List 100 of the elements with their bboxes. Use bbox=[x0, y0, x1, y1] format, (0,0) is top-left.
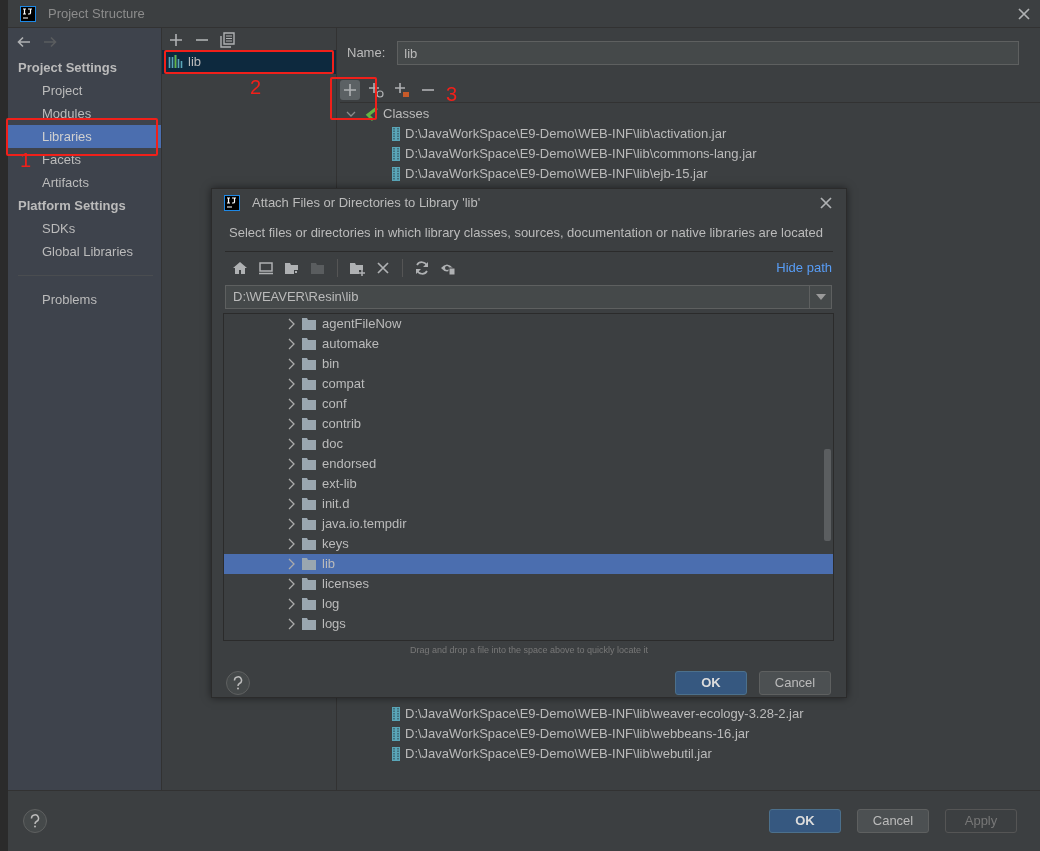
folder-icon bbox=[302, 597, 316, 610]
refresh-icon bbox=[414, 259, 430, 276]
chevron-icon[interactable] bbox=[286, 397, 296, 410]
folder-icon bbox=[302, 317, 316, 330]
file-path: D:\JavaWorkSpace\E9-Demo\WEB-INF\lib\webutil.jar bbox=[405, 745, 712, 764]
folder-tree-item[interactable]: log bbox=[224, 593, 833, 614]
close-icon bbox=[375, 259, 391, 276]
window-title: Project Structure bbox=[48, 4, 145, 23]
add-globe-icon bbox=[368, 82, 384, 98]
dialog-button[interactable]: Cancel bbox=[857, 809, 929, 833]
sidebar-item[interactable]: SDKs bbox=[8, 217, 161, 240]
chevron-icon[interactable] bbox=[286, 337, 296, 350]
annotation-number: 3 bbox=[446, 84, 458, 104]
path-combo-box[interactable]: D:\WEAVER\Resin\lib bbox=[225, 284, 832, 309]
section-heading: Platform Settings bbox=[17, 197, 127, 215]
home-icon bbox=[232, 259, 248, 276]
sidebar-item[interactable]: Modules bbox=[8, 102, 161, 125]
sidebar-item[interactable]: Problems bbox=[8, 288, 161, 311]
section-heading: Project Settings bbox=[17, 59, 118, 77]
folder-tree-item[interactable]: logs bbox=[224, 613, 833, 634]
file-path: D:\JavaWorkSpace\E9-Demo\WEB-INF\lib\weaver-ecology-3.28-2.jar bbox=[405, 705, 804, 724]
folder-icon bbox=[302, 357, 316, 370]
field-label: Name: bbox=[347, 44, 386, 63]
folder-tree-item[interactable]: doc bbox=[224, 433, 833, 454]
add-folder-icon bbox=[394, 82, 410, 98]
folder-icon bbox=[302, 457, 316, 470]
file-path: D:\JavaWorkSpace\E9-Demo\WEB-INF\lib\activation.jar bbox=[405, 125, 727, 144]
chevron-icon[interactable] bbox=[286, 437, 296, 450]
ok-button[interactable]: OK bbox=[769, 809, 841, 833]
chevron-icon[interactable] bbox=[286, 317, 296, 330]
folder-tree-item[interactable]: java.io.tempdir bbox=[224, 513, 833, 534]
add-button[interactable] bbox=[168, 32, 184, 48]
chevron-icon[interactable] bbox=[286, 417, 296, 430]
jar-icon bbox=[391, 166, 401, 182]
close-icon bbox=[818, 195, 834, 211]
folder-tree-item[interactable]: contrib bbox=[224, 413, 833, 434]
folder-tree-item[interactable]: compat bbox=[224, 373, 833, 394]
chevron-icon[interactable] bbox=[286, 537, 296, 550]
app-logo-icon bbox=[20, 5, 36, 22]
add-button[interactable] bbox=[340, 80, 360, 100]
ok-button[interactable]: OK bbox=[675, 671, 747, 695]
folder-icon bbox=[302, 617, 316, 630]
folder-tree-item[interactable]: conf bbox=[224, 393, 833, 414]
chevron-icon[interactable] bbox=[286, 617, 296, 630]
folder-icon bbox=[302, 417, 316, 430]
jar-icon bbox=[391, 126, 401, 142]
copy-button[interactable] bbox=[220, 32, 236, 48]
folder-tree-item[interactable]: automake bbox=[224, 333, 833, 354]
chevron-icon[interactable] bbox=[286, 497, 296, 510]
help-icon bbox=[232, 676, 244, 690]
jar-icon bbox=[391, 726, 401, 742]
folder-tree-item[interactable]: ext-lib bbox=[224, 473, 833, 494]
file-path: D:\JavaWorkSpace\E9-Demo\WEB-INF\lib\webbeans-16.jar bbox=[405, 725, 750, 744]
hide-path-link[interactable]: Hide path bbox=[776, 258, 832, 278]
name-field[interactable]: lib bbox=[397, 41, 1019, 65]
jar-icon bbox=[391, 746, 401, 762]
add-globe-button[interactable] bbox=[366, 80, 386, 100]
file-path: D:\JavaWorkSpace\E9-Demo\WEB-INF\lib\ejb-15.jar bbox=[405, 165, 708, 184]
folder-tree-item[interactable]: licenses bbox=[224, 573, 833, 594]
help-button[interactable] bbox=[23, 809, 47, 833]
dropdown-arrow-icon bbox=[815, 293, 826, 300]
folder-tree-item[interactable]: bin bbox=[224, 353, 833, 374]
library-icon bbox=[168, 53, 184, 70]
sidebar-item[interactable]: Global Libraries bbox=[8, 240, 161, 263]
sidebar-item[interactable]: Libraries bbox=[8, 125, 161, 148]
folder-icon bbox=[302, 377, 316, 390]
chevron-icon[interactable] bbox=[286, 577, 296, 590]
forward-arrow-icon bbox=[42, 34, 58, 50]
help-icon bbox=[29, 814, 41, 828]
back-button[interactable] bbox=[16, 34, 32, 50]
add-icon bbox=[168, 32, 184, 48]
chevron-icon[interactable] bbox=[286, 597, 296, 610]
sidebar-item[interactable]: Project bbox=[8, 79, 161, 102]
folder-icon bbox=[302, 517, 316, 530]
sidebar-item[interactable]: Artifacts bbox=[8, 171, 161, 194]
folder-tree-item[interactable]: keys bbox=[224, 533, 833, 554]
scrollbar-thumb[interactable] bbox=[824, 448, 831, 541]
folder-tree-item[interactable]: init.d bbox=[224, 493, 833, 514]
folder-icon bbox=[302, 337, 316, 350]
monitor-button[interactable] bbox=[256, 259, 276, 276]
folder-tree-item[interactable]: endorsed bbox=[224, 453, 833, 474]
folder-tree-item[interactable]: agentFileNow bbox=[224, 313, 833, 334]
chevron-icon[interactable] bbox=[286, 477, 296, 490]
help-button[interactable] bbox=[226, 671, 250, 695]
close-icon bbox=[1016, 5, 1032, 22]
description-text: Select files or directories in which library classes, sources, documentation or native libraries are located bbox=[228, 224, 824, 241]
folder-icon bbox=[302, 557, 316, 570]
folder-icon bbox=[302, 477, 316, 490]
add-folder-button[interactable] bbox=[392, 80, 412, 100]
chevron-icon[interactable] bbox=[286, 457, 296, 470]
back-arrow-icon bbox=[16, 34, 32, 50]
chevron-icon[interactable] bbox=[286, 517, 296, 530]
chevron-icon[interactable] bbox=[286, 357, 296, 370]
jar-icon bbox=[391, 706, 401, 722]
chevron-icon[interactable] bbox=[286, 377, 296, 390]
add-icon bbox=[342, 82, 358, 98]
copy-icon bbox=[220, 32, 236, 48]
cancel-button[interactable]: Cancel bbox=[759, 671, 831, 695]
monitor-icon bbox=[258, 259, 274, 276]
dialog-title: Attach Files or Directories to Library 'lib' bbox=[252, 194, 481, 213]
